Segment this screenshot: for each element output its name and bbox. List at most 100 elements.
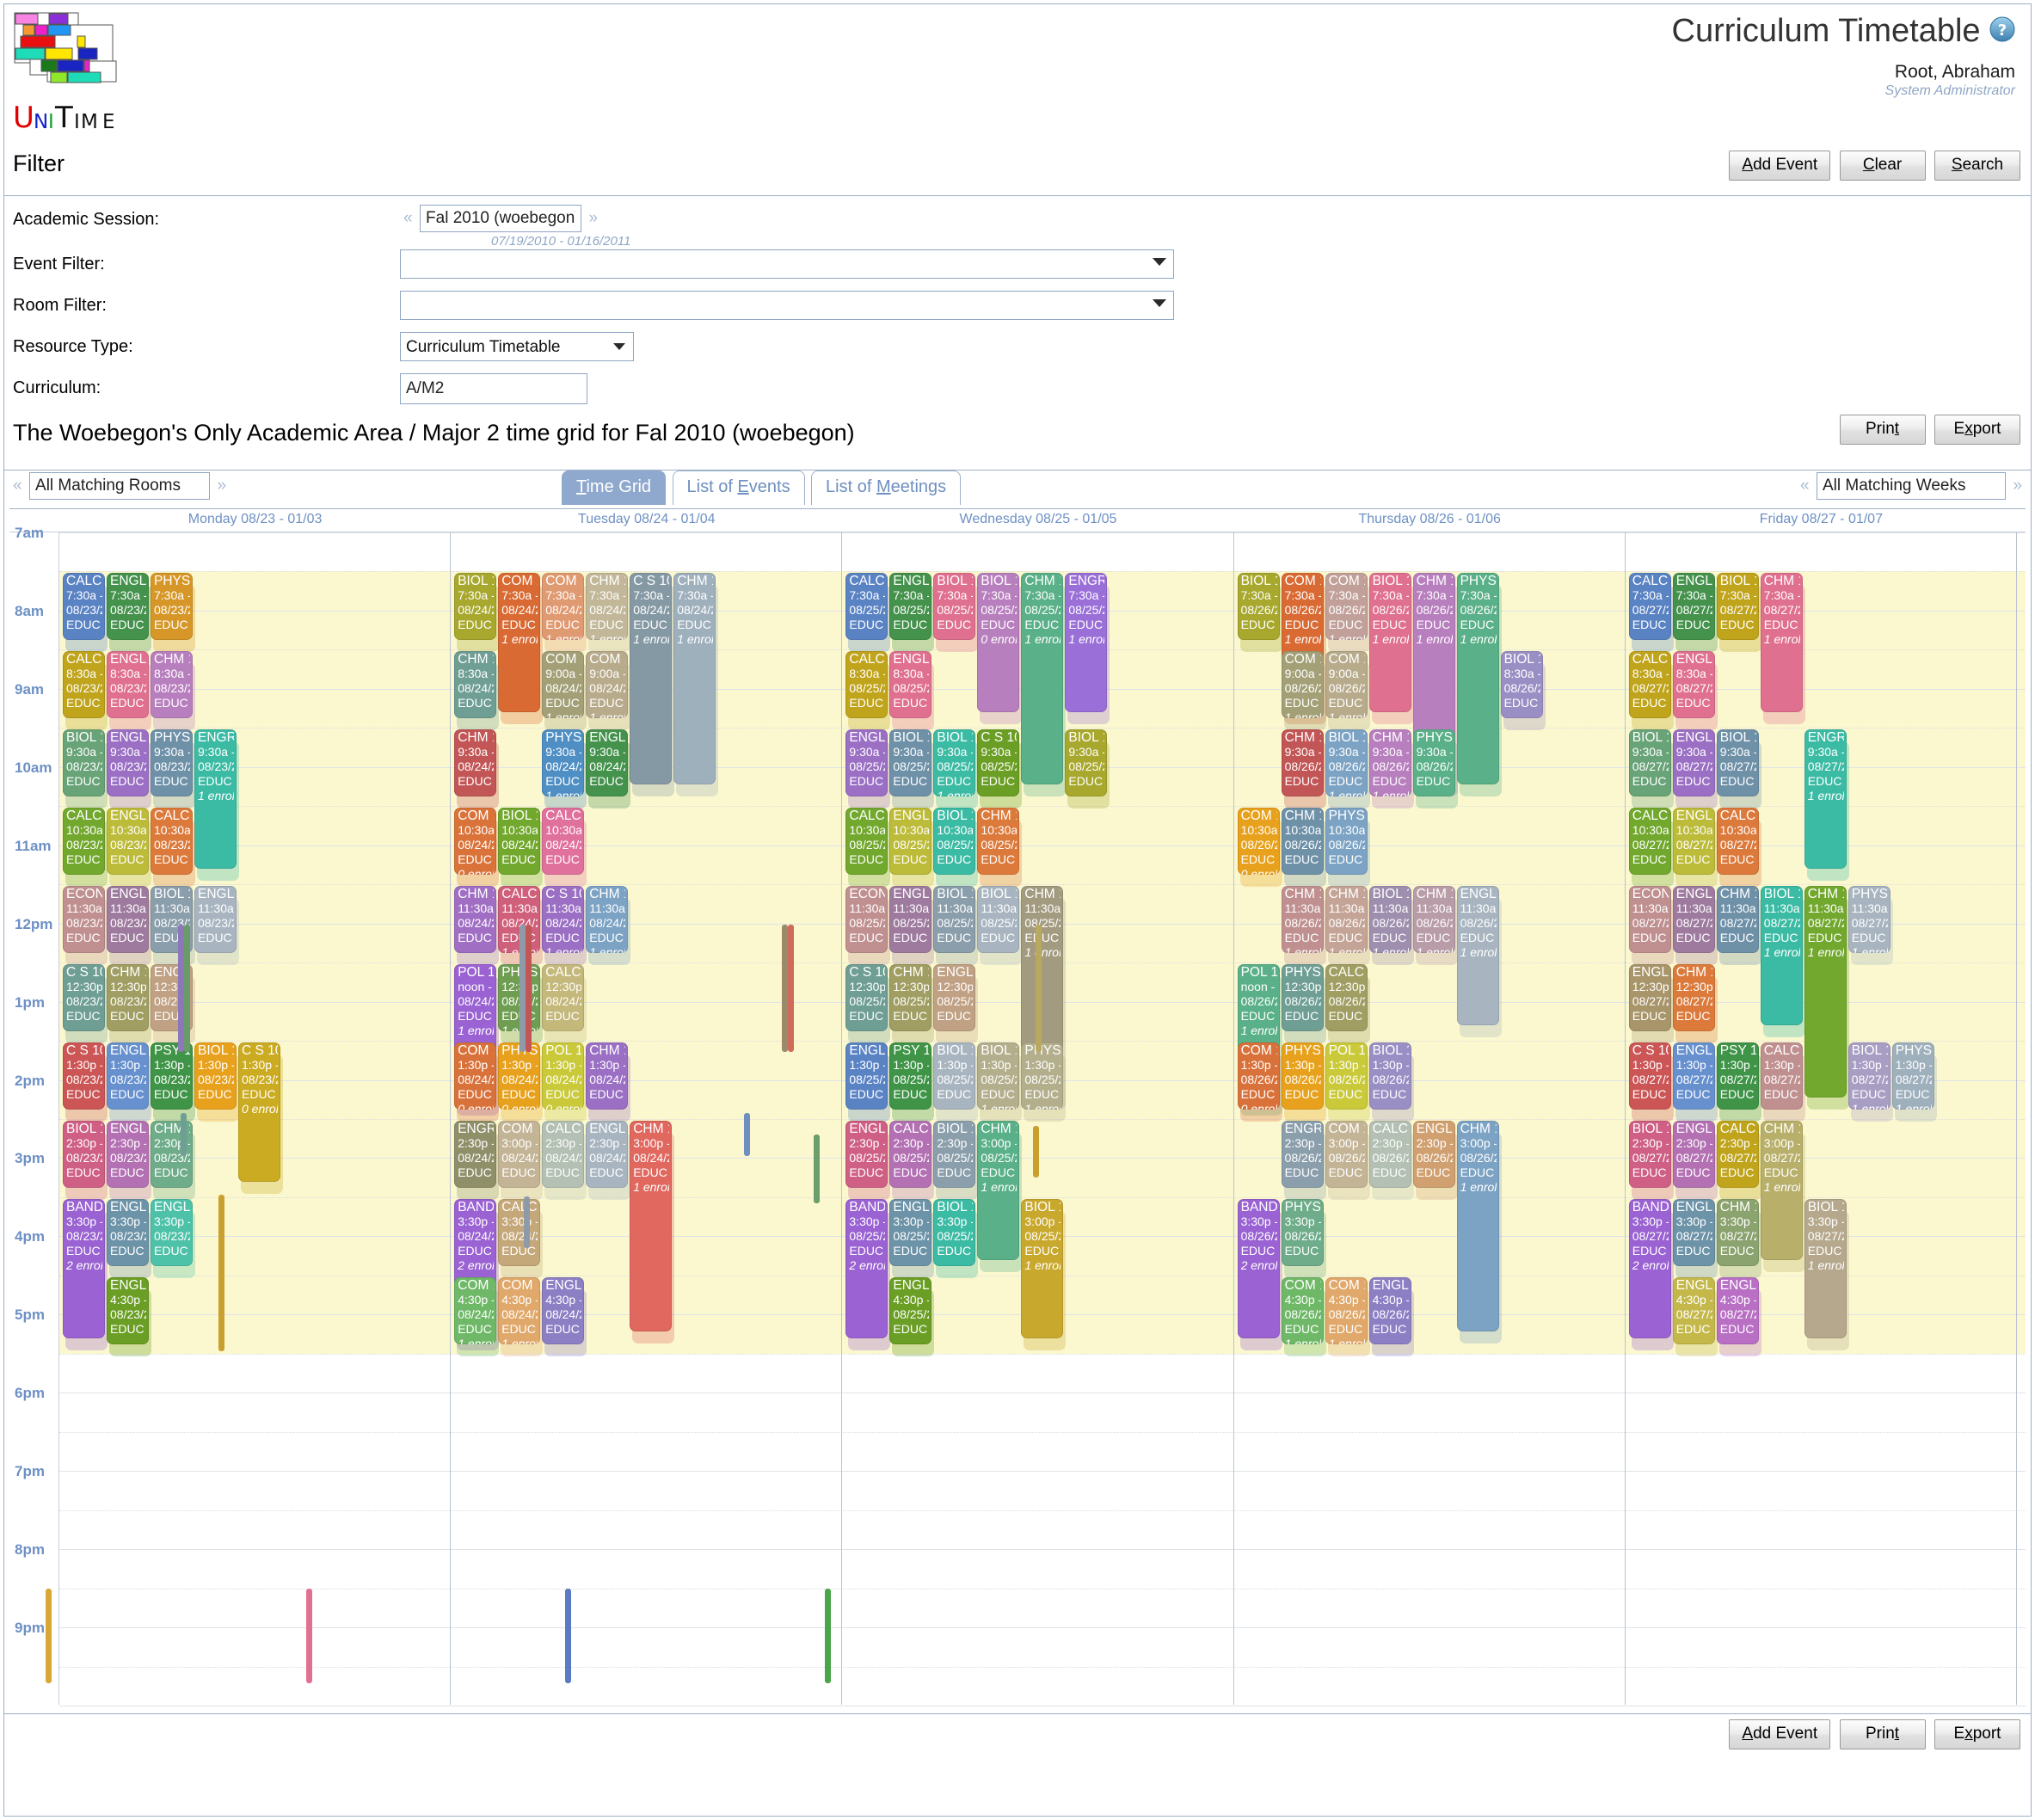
event-block[interactable]: ENGL4:30p -08/25/2EDUC bbox=[889, 1276, 932, 1344]
event-block[interactable]: PHYS 110:30a08/26/2EDUC bbox=[1325, 808, 1368, 876]
event-block[interactable]: BIOL 109:30a -08/25/2EDUC1 enroll bbox=[933, 729, 976, 797]
event-filter-input[interactable] bbox=[400, 249, 1174, 279]
add-event-button-bottom[interactable]: Add Event bbox=[1729, 1719, 1831, 1749]
event-block[interactable]: POL 101:30p -08/26/2EDUC bbox=[1325, 1042, 1368, 1110]
event-block[interactable]: PHYS3:30p -08/26/2EDUC bbox=[1281, 1198, 1324, 1266]
add-event-button[interactable]: Add Event bbox=[1729, 151, 1831, 181]
event-block[interactable]: ENGL2:30p -08/24/2EDUC bbox=[586, 1121, 629, 1188]
event-block[interactable]: BIOL 1011:30a08/25/2EDUC bbox=[933, 886, 976, 954]
event-block[interactable]: BIOL 110:30a08/25/2EDUC bbox=[933, 808, 976, 876]
event-block[interactable]: PHYS9:30a -08/26/2EDUC bbox=[1412, 729, 1455, 797]
event-sliver[interactable] bbox=[178, 925, 184, 1052]
event-block[interactable]: ENGL9:30a -08/23/2EDUC bbox=[107, 729, 149, 797]
event-block[interactable]: CHM 1011:30a08/27/2EDUC bbox=[1716, 886, 1759, 954]
event-block[interactable]: COM 14:30p -08/24/2EDUC1 enroll bbox=[454, 1276, 497, 1344]
event-block[interactable]: ENGL3:30p -08/23/2EDUC bbox=[151, 1198, 193, 1266]
event-block[interactable]: ENGR2:30p -08/24/2EDUC bbox=[454, 1121, 497, 1188]
event-block[interactable]: BIOL 109:30a -08/25/2EDUC bbox=[889, 729, 932, 797]
event-block[interactable]: BIOL 108:30a -08/26/2EDUC bbox=[1500, 651, 1543, 719]
event-block[interactable]: CALC3:30p -08/24/2EDUC bbox=[498, 1198, 541, 1266]
event-block[interactable]: CHM 1011:30a08/24/2EDUC1 enroll bbox=[586, 886, 629, 954]
event-block[interactable]: ENGL 13:30p -08/25/2EDUC bbox=[889, 1198, 932, 1266]
weeks-input[interactable] bbox=[1816, 472, 2006, 500]
event-block[interactable]: ENGL 112:30p08/25/2EDUC bbox=[933, 964, 976, 1032]
event-block[interactable]: ENGL2:30p -08/26/2EDUC bbox=[1412, 1121, 1455, 1188]
event-sliver[interactable] bbox=[181, 1113, 187, 1156]
event-sliver[interactable] bbox=[825, 1589, 831, 1683]
event-block[interactable]: CALC 12:30p -08/25/2EDUC bbox=[889, 1121, 932, 1188]
event-block[interactable]: ENGL 14:30p -08/27/2EDUC bbox=[1672, 1276, 1715, 1344]
event-block[interactable]: COM 19:00a -08/26/2EDUC1 enroll bbox=[1281, 651, 1324, 719]
tab-time-grid[interactable]: Time Grid bbox=[562, 470, 667, 505]
event-block[interactable]: ENGL4:30p -08/23/2EDUC bbox=[107, 1276, 149, 1344]
event-block[interactable]: PSY 101:30p -08/27/2EDUC bbox=[1716, 1042, 1759, 1110]
event-block[interactable]: CHM 107:30a -08/24/2EDUC1 enroll bbox=[586, 573, 629, 641]
event-block[interactable]: ENGL 17:30a -08/25/2EDUC bbox=[889, 573, 932, 641]
event-block[interactable]: BIOL 107:30a -08/26/2EDUC bbox=[1237, 573, 1280, 641]
event-block[interactable]: COM 110:30a08/26/2EDUC0 enroll bbox=[1237, 808, 1280, 876]
event-block[interactable]: BIOL 1011:30a08/27/2EDUC1 enroll bbox=[1760, 886, 1803, 1025]
event-block[interactable]: CALC12:30p08/24/2EDUC bbox=[542, 964, 585, 1032]
event-block[interactable]: BIOL 110:30a08/24/2EDUC bbox=[498, 808, 541, 876]
event-block[interactable]: BIOL 12:30p -08/23/2EDUC bbox=[63, 1121, 105, 1188]
event-block[interactable]: CALC 110:30a08/27/2EDUC bbox=[1628, 808, 1671, 876]
event-block[interactable]: CHM 103:00p -08/24/2EDUC1 enroll bbox=[630, 1121, 673, 1332]
rooms-input[interactable] bbox=[29, 472, 211, 500]
event-block[interactable]: ENGL 111:30a08/25/2EDUC bbox=[889, 886, 932, 954]
event-block[interactable]: C S 1012:30p08/25/2EDUC bbox=[845, 964, 888, 1032]
weeks-next-icon[interactable]: » bbox=[2009, 477, 2026, 495]
session-next-icon[interactable]: » bbox=[585, 209, 601, 227]
event-block[interactable]: ENGL 19:30a -08/25/2EDUC bbox=[845, 729, 888, 797]
event-sliver[interactable] bbox=[520, 925, 526, 1052]
event-block[interactable]: CHM 1010:30a08/26/2EDUC bbox=[1281, 808, 1324, 876]
event-block[interactable]: COM 13:00p -08/24/2EDUC bbox=[498, 1121, 541, 1188]
event-sliver[interactable] bbox=[1036, 925, 1042, 1052]
event-block[interactable]: ENGL 111:30a08/27/2EDUC bbox=[1672, 886, 1715, 954]
event-block[interactable]: COM 14:30p -08/26/2EDUC1 enroll bbox=[1281, 1276, 1324, 1344]
event-block[interactable]: CALC 110:30a08/25/2EDUC bbox=[845, 808, 888, 876]
event-block[interactable]: ENGL11:30a08/23/2EDUC bbox=[194, 886, 237, 954]
tab-list-of-events[interactable]: List of Events bbox=[672, 470, 805, 505]
event-sliver[interactable] bbox=[565, 1589, 571, 1683]
event-block[interactable]: ENGL 12:30p -08/27/2EDUC bbox=[1672, 1121, 1715, 1188]
clear-button[interactable]: Clear bbox=[1839, 151, 1926, 181]
event-block[interactable]: CALC 110:30a08/27/2EDUC bbox=[1716, 808, 1759, 876]
event-block[interactable]: CALC 17:30a -08/27/2EDUC bbox=[1628, 573, 1671, 641]
event-block[interactable]: ENGL 112:30p08/27/2EDUC bbox=[1628, 964, 1671, 1032]
event-block[interactable]: ENGL 19:30a -08/27/2EDUC bbox=[1672, 729, 1715, 797]
event-block[interactable]: CHM 107:30a -08/27/2EDUC1 enroll bbox=[1760, 573, 1803, 713]
event-sliver[interactable] bbox=[526, 925, 532, 1052]
event-block[interactable]: C S 107:30a -08/24/2EDUC1 enroll bbox=[630, 573, 673, 784]
event-block[interactable]: PHYS1:30p -08/26/2EDUC bbox=[1281, 1042, 1324, 1110]
event-block[interactable]: BIOL 1011:30a08/25/2EDUC bbox=[977, 886, 1020, 954]
event-block[interactable]: COM 19:00a -08/24/2EDUC1 enroll bbox=[586, 651, 629, 719]
event-block[interactable]: ECON11:30a08/25/2EDUC bbox=[845, 886, 888, 954]
event-block[interactable]: ENGR2:30p -08/26/2EDUC bbox=[1281, 1121, 1324, 1188]
event-block[interactable]: CHM 1012:30p08/27/2EDUC bbox=[1672, 964, 1715, 1032]
event-block[interactable]: PHYS12:30p08/26/2EDUC bbox=[1281, 964, 1324, 1032]
event-block[interactable]: BIOL 11:30p -08/23/2EDUC bbox=[194, 1042, 237, 1110]
event-block[interactable]: BIOL 107:30a -08/25/2EDUC bbox=[933, 573, 976, 641]
event-sliver[interactable] bbox=[814, 1134, 820, 1203]
time-grid-body[interactable]: 7am 8am 9am 10am 11am 12pm 1pm 2pm 3pm 4pm 5pm 6pm 7… bbox=[9, 525, 2026, 1706]
event-block[interactable]: BIOL 102:30p -08/27/2EDUC bbox=[1628, 1121, 1671, 1188]
event-block[interactable]: BAND3:30p -08/26/2EDUC2 enroll bbox=[1237, 1198, 1280, 1338]
event-block[interactable]: CHM 103:00p -08/26/2EDUC1 enroll bbox=[1456, 1121, 1499, 1332]
event-block[interactable]: COM 14:30p -08/24/2EDUC1 enroll bbox=[498, 1276, 541, 1344]
event-block[interactable]: BIOL 103:00p -08/25/2EDUC1 enroll bbox=[1021, 1198, 1064, 1338]
event-block[interactable]: CHM 1010:30a08/25/2EDUC bbox=[977, 808, 1020, 876]
rooms-prev-icon[interactable]: « bbox=[9, 477, 26, 495]
event-block[interactable]: CALC 12:30p -08/26/2EDUC bbox=[1368, 1121, 1411, 1188]
event-block[interactable]: COM 13:00p -08/26/2EDUC bbox=[1325, 1121, 1368, 1188]
event-block[interactable]: CHM 109:30a -08/26/2EDUC1 enroll bbox=[1368, 729, 1411, 797]
event-block[interactable]: PHYS 11:30p -08/27/2EDUC1 enroll bbox=[1891, 1042, 1934, 1110]
event-block[interactable]: CHM 112:30p08/23/2EDUC bbox=[107, 964, 149, 1032]
print-button[interactable]: Print bbox=[1839, 415, 1926, 445]
curriculum-input[interactable] bbox=[400, 373, 587, 404]
event-block[interactable]: COM 110:30a08/24/2EDUC0 enroll bbox=[454, 808, 497, 876]
event-block[interactable]: ENGL3:30p -08/23/2EDUC bbox=[107, 1198, 149, 1266]
event-block[interactable]: ENGL9:30a -08/24/2EDUC bbox=[586, 729, 629, 797]
event-block[interactable]: ENGL 14:30p -08/27/2EDUC bbox=[1716, 1276, 1759, 1344]
event-block[interactable]: CHM 18:30a -08/23/2EDUC bbox=[151, 651, 193, 719]
event-block[interactable]: ENGR9:30a -08/27/2EDUC1 enroll bbox=[1804, 729, 1847, 869]
